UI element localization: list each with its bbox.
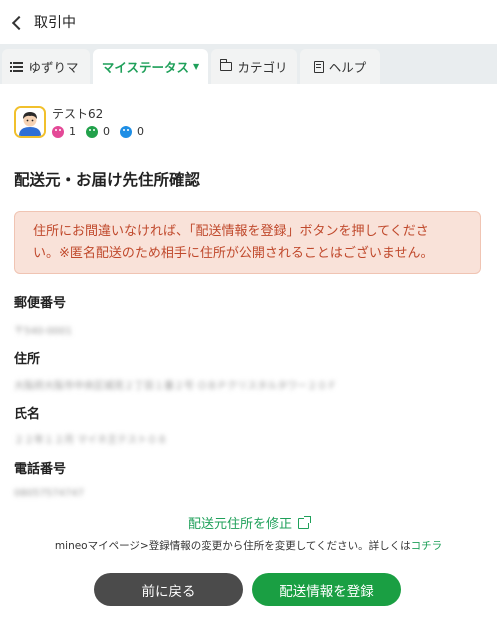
tab-label: ヘルプ [328,60,367,75]
address-value: 大阪府大阪市中央区城見２丁目１番２号 ＯＢＰクリスタルタワー２０Ｆ [14,381,338,392]
folder-icon [219,59,233,71]
avatar[interactable] [14,106,46,138]
rating-bad: 0 [120,125,144,138]
tab-label: マイステータス [101,60,189,75]
user-avatar-icon [16,108,44,136]
tab-help[interactable]: ヘルプ [300,49,380,84]
rating-good: 1 [52,125,76,138]
notice-box: 住所にお間違いなければ、「配送情報を登録」ボタンを押してくださ い。※匿名配送の… [14,211,481,274]
rating-bad-count: 0 [137,125,144,138]
chevron-left-icon[interactable] [11,15,27,30]
help-text-body: mineoマイページ>登録情報の変更から住所を変更してください。詳しくは [54,540,411,552]
edit-sender-address-label: 配送元住所を修正 [187,517,292,532]
neutral-face-icon [86,125,98,138]
user-ratings: 1 0 0 [52,125,154,138]
rating-good-count: 1 [69,125,76,138]
notice-line-2: い。※匿名配送のため相手に住所が公開されることはございません。 [33,246,434,261]
tab-yuzurima[interactable]: ゆずりマ [2,49,90,84]
address-label: 住所 [14,352,41,367]
edit-sender-address-link[interactable]: 配送元住所を修正 [0,513,497,532]
phone-label: 電話番号 [14,462,67,477]
rating-normal: 0 [86,125,110,138]
tab-label: ゆずりマ [28,60,79,75]
sad-face-icon [120,125,132,138]
tab-my-status[interactable]: マイステータス ▼ [93,49,208,84]
tab-label: カテゴリ [237,60,288,75]
tab-category[interactable]: カテゴリ [211,49,297,84]
help-text: mineoマイページ>登録情報の変更から住所を変更してください。詳しくはコチラ [0,538,497,553]
name-label: 氏名 [14,407,41,422]
page-title: 配送元・お届け先住所確認 [14,171,201,189]
notice-line-1: 住所にお間違いなければ、「配送情報を登録」ボタンを押してくださ [33,224,429,239]
register-shipping-button[interactable]: 配送情報を登録 [252,573,401,606]
rating-normal-count: 0 [103,125,110,138]
back-link[interactable]: 取引中 [34,12,76,32]
user-summary: テスト62 1 0 0 [14,106,154,138]
back-button[interactable]: 前に戻る [94,573,243,606]
postal-code-value: 〒540-0001 [14,326,73,337]
top-bar: 取引中 [0,0,497,44]
user-name[interactable]: テスト62 [52,106,154,122]
caret-down-icon: ▼ [192,62,200,71]
name-value: ２２年１２月 マイネ王テスト０８ [14,435,168,446]
tab-bar: ゆずりマ マイステータス ▼ カテゴリ ヘルプ [0,44,497,84]
postal-code-label: 郵便番号 [14,296,67,311]
external-link-icon [298,516,311,529]
help-link[interactable]: コチラ [411,540,443,552]
book-icon [313,60,324,73]
smile-face-icon [52,125,64,138]
phone-value: 08057574747 [14,488,84,499]
list-icon [10,61,24,72]
